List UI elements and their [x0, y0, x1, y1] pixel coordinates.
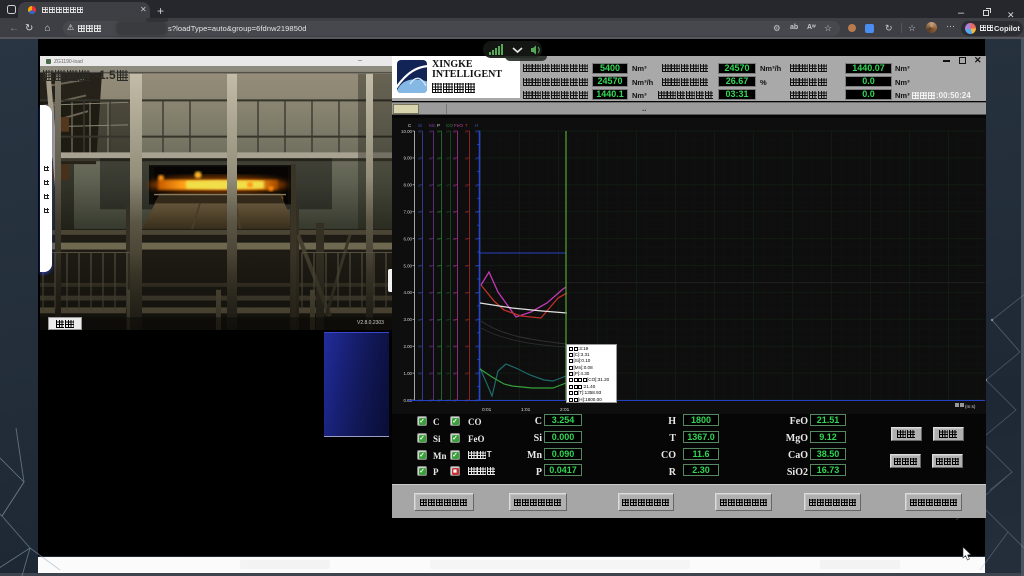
- svg-text:0:01: 0:01: [482, 407, 492, 413]
- svg-text:88: 88: [453, 237, 457, 241]
- svg-text:88: 88: [465, 264, 469, 268]
- svg-text:3.00: 3.00: [403, 317, 412, 322]
- svg-text:4.00: 4.00: [403, 290, 412, 295]
- svg-text:88: 88: [453, 372, 457, 376]
- svg-text:88: 88: [465, 237, 469, 241]
- svg-text:88: 88: [446, 372, 450, 376]
- svg-text:P: P: [437, 123, 440, 128]
- svg-text:88: 88: [453, 156, 457, 160]
- svg-text:88: 88: [418, 156, 422, 160]
- svg-text:88: 88: [429, 237, 433, 241]
- svg-text:88: 88: [437, 372, 441, 376]
- svg-text:Mn: Mn: [429, 123, 436, 128]
- svg-text:88: 88: [446, 318, 450, 322]
- svg-text:88: 88: [446, 130, 450, 134]
- svg-text:88: 88: [475, 318, 479, 322]
- svg-text:88: 88: [475, 372, 479, 376]
- svg-text:88: 88: [437, 210, 441, 214]
- svg-text:88: 88: [437, 130, 441, 134]
- svg-text:T: T: [465, 123, 468, 128]
- svg-text:(m:s): (m:s): [965, 404, 976, 409]
- svg-text:88: 88: [446, 345, 450, 349]
- svg-text:Si: Si: [418, 123, 422, 128]
- svg-text:88: 88: [429, 264, 433, 268]
- svg-text:88: 88: [446, 210, 450, 214]
- svg-text:88: 88: [465, 372, 469, 376]
- svg-text:88: 88: [453, 345, 457, 349]
- svg-text:5.00: 5.00: [403, 263, 412, 268]
- svg-text:88: 88: [453, 183, 457, 187]
- svg-text:88: 88: [429, 345, 433, 349]
- svg-text:88: 88: [418, 372, 422, 376]
- svg-text:6.00: 6.00: [403, 236, 412, 241]
- svg-text:88: 88: [446, 264, 450, 268]
- svg-text:88: 88: [475, 345, 479, 349]
- svg-text:88: 88: [475, 237, 479, 241]
- svg-text:88: 88: [437, 237, 441, 241]
- svg-text:88: 88: [453, 291, 457, 295]
- svg-text:9.00: 9.00: [403, 156, 412, 161]
- svg-text:88: 88: [437, 183, 441, 187]
- svg-text:88: 88: [446, 237, 450, 241]
- svg-text:88: 88: [465, 291, 469, 295]
- svg-text:88: 88: [437, 156, 441, 160]
- svg-text:88: 88: [465, 130, 469, 134]
- svg-text:H: H: [475, 123, 478, 128]
- svg-text:88: 88: [418, 264, 422, 268]
- svg-text:1:01: 1:01: [521, 407, 531, 413]
- svg-text:88: 88: [453, 210, 457, 214]
- svg-text:2.00: 2.00: [403, 344, 412, 349]
- svg-text:88: 88: [429, 318, 433, 322]
- svg-text:CO: CO: [446, 123, 453, 128]
- svg-text:88: 88: [465, 210, 469, 214]
- svg-text:1.00: 1.00: [403, 371, 412, 376]
- svg-text:88: 88: [475, 210, 479, 214]
- svg-text:88: 88: [465, 156, 469, 160]
- svg-text:88: 88: [475, 130, 479, 134]
- svg-text:88: 88: [437, 291, 441, 295]
- svg-text:8.00: 8.00: [403, 183, 412, 188]
- svg-text:88: 88: [453, 130, 457, 134]
- svg-text:88: 88: [418, 345, 422, 349]
- svg-text:88: 88: [453, 318, 457, 322]
- svg-text:88: 88: [475, 264, 479, 268]
- svg-text:88: 88: [446, 156, 450, 160]
- svg-text:88: 88: [429, 291, 433, 295]
- svg-text:88: 88: [475, 156, 479, 160]
- svg-text:88: 88: [437, 345, 441, 349]
- svg-text:FeO: FeO: [454, 123, 463, 128]
- svg-text:88: 88: [465, 183, 469, 187]
- svg-text:88: 88: [429, 183, 433, 187]
- svg-text:7.00: 7.00: [403, 210, 412, 215]
- svg-text:88: 88: [446, 291, 450, 295]
- svg-text:88: 88: [418, 130, 422, 134]
- svg-text:88: 88: [453, 264, 457, 268]
- svg-text:88: 88: [429, 156, 433, 160]
- svg-text:88: 88: [429, 372, 433, 376]
- svg-text:88: 88: [418, 210, 422, 214]
- svg-text:88: 88: [465, 345, 469, 349]
- svg-text:2:01: 2:01: [560, 407, 570, 413]
- svg-text:88: 88: [437, 318, 441, 322]
- svg-text:10.00: 10.00: [401, 129, 413, 134]
- svg-text:88: 88: [475, 291, 479, 295]
- svg-text:88: 88: [429, 130, 433, 134]
- svg-text:88: 88: [418, 237, 422, 241]
- svg-text:88: 88: [446, 183, 450, 187]
- svg-text:88: 88: [465, 318, 469, 322]
- svg-text:88: 88: [429, 210, 433, 214]
- svg-text:88: 88: [418, 183, 422, 187]
- svg-text:88: 88: [418, 318, 422, 322]
- svg-text:88: 88: [418, 291, 422, 295]
- svg-text:88: 88: [437, 264, 441, 268]
- svg-text:88: 88: [475, 183, 479, 187]
